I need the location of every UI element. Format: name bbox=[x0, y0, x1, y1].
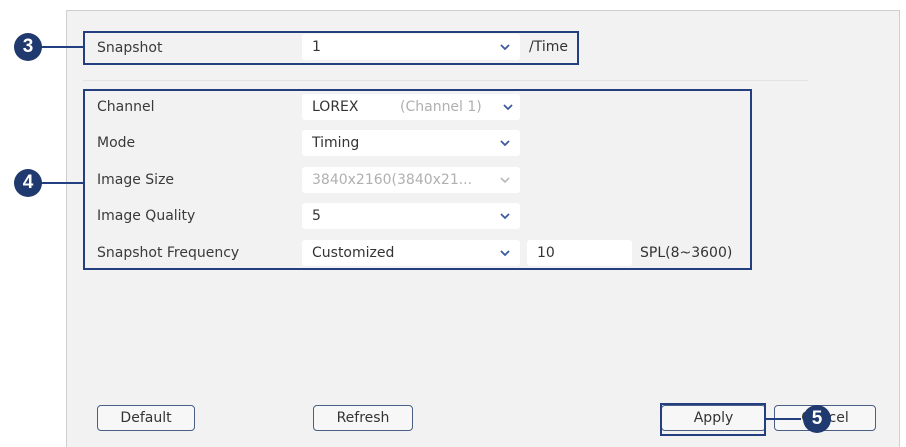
callout-leader-5 bbox=[765, 418, 801, 420]
chevron-down-icon bbox=[500, 250, 510, 257]
image-size-label: Image Size bbox=[97, 172, 175, 188]
section-divider bbox=[83, 80, 808, 81]
image-size-value: 3840x2160(3840x21... bbox=[312, 172, 473, 188]
apply-button[interactable]: Apply bbox=[661, 405, 766, 431]
callout-badge-4: 4 bbox=[14, 169, 42, 197]
channel-select[interactable]: LOREX (Channel 1) bbox=[302, 94, 520, 120]
snapshot-count-select[interactable]: 1 bbox=[302, 34, 520, 60]
chevron-down-icon bbox=[500, 44, 510, 51]
image-quality-label: Image Quality bbox=[97, 208, 196, 224]
mode-label: Mode bbox=[97, 135, 136, 151]
snapshot-frequency-label: Snapshot Frequency bbox=[97, 245, 240, 261]
snapshot-count-value: 1 bbox=[312, 39, 321, 55]
image-quality-value: 5 bbox=[312, 208, 321, 224]
callout-badge-5: 5 bbox=[803, 405, 831, 433]
channel-label: Channel bbox=[97, 99, 155, 115]
chevron-down-icon bbox=[503, 104, 513, 111]
callout-leader-3 bbox=[40, 46, 84, 48]
snapshot-interval-input[interactable]: 10 bbox=[527, 240, 632, 266]
callout-leader-4 bbox=[40, 182, 84, 184]
mode-value: Timing bbox=[312, 135, 360, 151]
snapshot-interval-unit: SPL(8~3600) bbox=[640, 245, 733, 261]
channel-hint: (Channel 1) bbox=[400, 99, 482, 115]
snapshot-frequency-value: Customized bbox=[312, 245, 395, 261]
default-button[interactable]: Default bbox=[97, 405, 195, 431]
snapshot-frequency-select[interactable]: Customized bbox=[302, 240, 520, 266]
image-quality-select[interactable]: 5 bbox=[302, 203, 520, 229]
refresh-button[interactable]: Refresh bbox=[313, 405, 413, 431]
chevron-down-icon bbox=[500, 213, 510, 220]
mode-select[interactable]: Timing bbox=[302, 130, 520, 156]
snapshot-unit-label: /Time bbox=[529, 39, 568, 55]
chevron-down-icon bbox=[500, 140, 510, 147]
callout-badge-3: 3 bbox=[14, 33, 42, 61]
snapshot-interval-value: 10 bbox=[537, 245, 555, 261]
image-size-select: 3840x2160(3840x21... bbox=[302, 167, 520, 193]
snapshot-label: Snapshot bbox=[97, 40, 163, 56]
channel-value: LOREX bbox=[312, 99, 359, 115]
chevron-down-icon bbox=[500, 177, 510, 184]
